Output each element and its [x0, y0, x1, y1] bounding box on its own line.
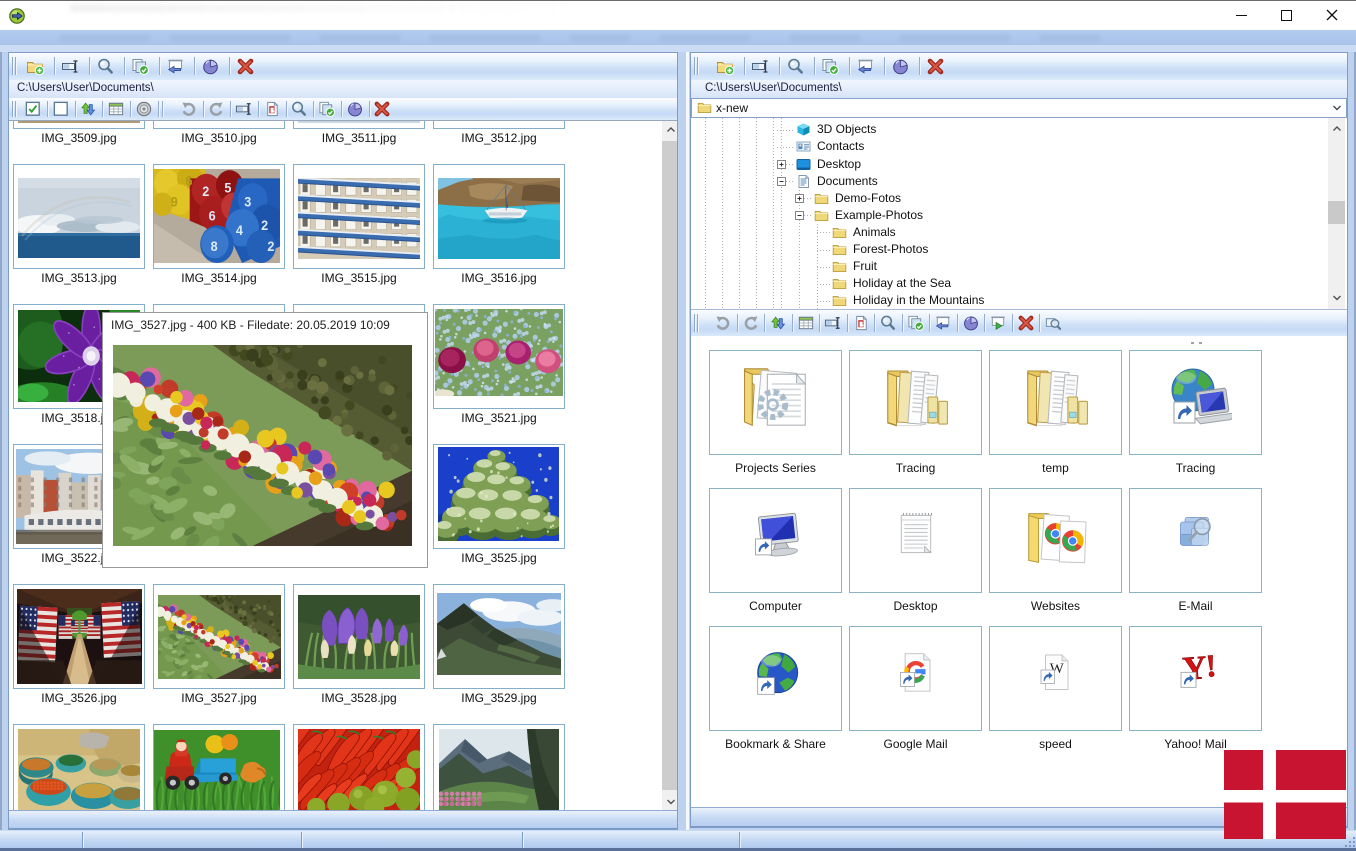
svg-text:!: !: [1204, 648, 1217, 684]
svg-text:5: 5: [224, 180, 232, 196]
svg-text:2: 2: [202, 183, 209, 199]
svg-text:6: 6: [186, 173, 193, 189]
svg-text:9: 9: [171, 194, 178, 210]
svg-text:4: 4: [236, 222, 244, 238]
svg-text:2: 2: [267, 239, 274, 255]
svg-text:8: 8: [211, 239, 219, 255]
svg-text:6: 6: [209, 208, 216, 224]
svg-text:2: 2: [261, 217, 268, 233]
svg-text:3: 3: [244, 194, 251, 210]
